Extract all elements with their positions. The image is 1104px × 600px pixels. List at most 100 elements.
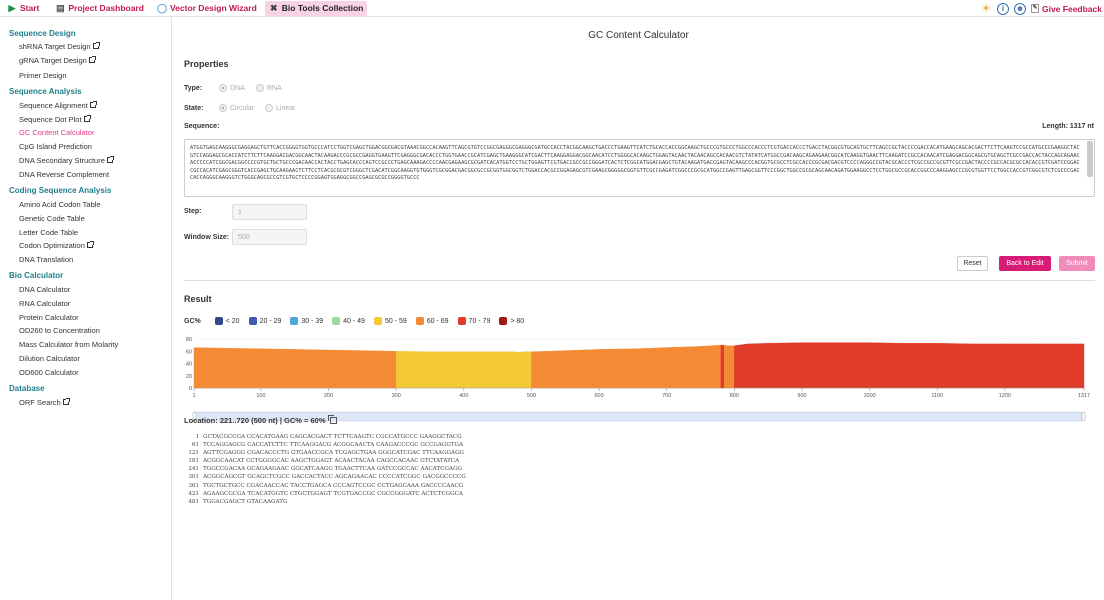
sidebar-item-dna-translation[interactable]: DNA Translation (19, 255, 73, 264)
sidebar-item-amino-acid-codon-table[interactable]: Amino Acid Codon Table (19, 200, 101, 209)
legend-title: GC% (184, 317, 201, 325)
sidebar-item-label: Sequence Alignment (19, 101, 88, 110)
sidebar-item-protein-calculator[interactable]: Protein Calculator (19, 313, 79, 322)
sidebar-item-sequence-alignment[interactable]: Sequence Alignment (19, 101, 97, 110)
sequence-label: Sequence: (184, 123, 220, 130)
sidebar-item-cpg-island-prediction[interactable]: CpG Island Prediction (19, 142, 92, 151)
sidebar-section-title: Sequence Analysis (9, 87, 82, 96)
x-tick-label: 900 (797, 393, 806, 399)
radio-state-linear[interactable]: Linear (265, 104, 295, 112)
gc-area-segment (724, 344, 728, 389)
tab-project-dashboard[interactable]: ▤ Project Dashboard (51, 1, 148, 16)
sidebar-item-rna-calculator[interactable]: RNA Calculator (19, 299, 70, 308)
sidebar-item-codon-optimization[interactable]: Codon Optimization (19, 241, 94, 250)
sequence-row-number: 181 (188, 458, 199, 465)
sequence-row-text: TGGCCGACAA GCAGAAGAAC GGCATCAAGG TGAACTT… (203, 466, 462, 473)
divider (184, 280, 1095, 281)
gc-area-segment (362, 350, 397, 389)
sidebar-item-label: Codon Optimization (19, 241, 85, 250)
x-tick-label: 400 (459, 393, 468, 399)
copy-icon[interactable] (327, 415, 337, 424)
tab-start[interactable]: ▶ Start (3, 1, 43, 16)
sequence-viewer: 1 GCTACGCCGA CCACATGAAG CAGCACGACT TCTTCA… (184, 433, 466, 506)
radio-dot (265, 104, 273, 112)
sidebar-item-label: Dilution Calculator (19, 354, 80, 363)
sequence-row-text: ACGGCAGCGT GCAGCTCGCC GACCACTACC AGCAGAA… (203, 474, 466, 481)
gc-area-segment (463, 351, 498, 389)
top-bar: ▶ Start ▤ Project Dashboard ◯ Vector Des… (0, 0, 1104, 17)
legend-item: 40 - 49 (332, 317, 365, 325)
sidebar-item-gc-content-calculator[interactable]: GC Content Calculator (19, 128, 94, 137)
sidebar-item-label: CpG Island Prediction (19, 142, 92, 151)
gc-area-segment (1004, 343, 1039, 389)
radio-type-dna[interactable]: DNA (219, 84, 245, 92)
sidebar-item-od600-calculator[interactable]: OD600 Calculator (19, 368, 79, 377)
sequence-textarea[interactable]: ATGGTGAGCAAGGGCGAGGAGCTGTTCACCGGGGTGGTGC… (184, 139, 1095, 197)
x-tick-label: 100 (256, 393, 265, 399)
sidebar-item-shrna-target-design[interactable]: shRNA Target Design (19, 42, 100, 51)
sidebar-item-dilution-calculator[interactable]: Dilution Calculator (19, 354, 80, 363)
step-input[interactable]: 1 (232, 204, 307, 220)
sequence-row: 241 TGGCCGACAA GCAGAAGAAC GGCATCAAGG TGAA… (184, 465, 466, 473)
legend-swatch (290, 317, 299, 325)
sequence-row-number: 61 (191, 442, 199, 449)
gc-area-segment (497, 351, 515, 389)
gc-area-segment (226, 347, 262, 389)
sequence-row-text: TGGACGAGCT GTACAAGATG (203, 498, 288, 505)
sequence-row: 121 AGTTCGAGGG CGACACCCTG GTGAACCGCA TCGA… (184, 449, 466, 457)
radio-type-rna[interactable]: RNA (256, 84, 282, 92)
sidebar-item-letter-code-table[interactable]: Letter Code Table (19, 228, 78, 237)
sequence-row-number: 481 (188, 498, 199, 505)
back-to-edit-button[interactable]: Back to Edit (999, 256, 1051, 271)
sidebar-item-dna-secondary-structure[interactable]: DNA Secondary Structure (19, 156, 114, 165)
sequence-row-text: AGAAGCGCGA TCACATGGTC CTGCTGGAGT TCGTGAC… (203, 490, 463, 497)
sidebar-item-label: Letter Code Table (19, 228, 79, 237)
submit-button[interactable]: Submit (1059, 256, 1095, 271)
location-readout: Location: 221..720 (500 nt) | GC% = 60% (184, 415, 337, 425)
sidebar-section-title: Bio Calculator (9, 271, 64, 280)
sidebar-item-grna-target-design[interactable]: gRNA Target Design (19, 56, 96, 65)
x-tick-label: 1000 (863, 393, 875, 399)
legend-item: 70 - 79 (457, 317, 490, 325)
user-icon[interactable]: ☻ (1013, 2, 1026, 15)
legend-swatch (415, 317, 424, 325)
sidebar-item-dna-calculator[interactable]: DNA Calculator (19, 285, 70, 294)
gc-area-segment (937, 343, 972, 389)
gc-content-chart[interactable]: 0204060801 100 200 300 400 500 600 700 800 900 100… (182, 333, 1094, 428)
feedback-label: Give Feedback (1041, 3, 1102, 14)
sidebar-item-label: OD260 to Concentration (19, 326, 100, 335)
sidebar-item-primer-design[interactable]: Primer Design (19, 71, 67, 80)
tab-bio-tools-collection[interactable]: ✖ Bio Tools Collection (264, 0, 368, 16)
sidebar-item-orf-search[interactable]: ORF Search (19, 398, 70, 407)
y-tick-label: 0 (189, 386, 192, 392)
sidebar-item-label: RNA Calculator (19, 299, 71, 308)
slider-handle-right[interactable] (1081, 411, 1086, 422)
radio-dot (219, 84, 227, 92)
sidebar-item-dna-reverse-complement[interactable]: DNA Reverse Complement (19, 170, 109, 179)
y-tick-label: 80 (186, 337, 192, 343)
step-label: Step: (184, 208, 202, 215)
gc-area-segment (565, 349, 600, 389)
sidebar-item-od260-to-concentration[interactable]: OD260 to Concentration (19, 326, 100, 335)
tab-vector-design-wizard[interactable]: ◯ Vector Design Wizard (153, 1, 261, 16)
sidebar-section-title: Sequence Design (9, 29, 76, 38)
location-text: Location: 221..720 (500 nt) | GC% = 60% (184, 416, 326, 425)
window-size-input[interactable]: 500 (232, 229, 307, 245)
feedback-icon: ✎ (1030, 4, 1039, 13)
give-feedback-link[interactable]: ✎ Give Feedback (1030, 3, 1102, 14)
x-tick-label: 1317 (1078, 393, 1090, 399)
radio-state-circular[interactable]: Circular (219, 104, 254, 112)
sequence-length: Length: 1317 nt (1042, 123, 1094, 130)
legend-swatch (457, 317, 466, 325)
textarea-scrollbar[interactable] (1087, 141, 1093, 177)
reset-button[interactable]: Reset (957, 256, 988, 271)
legend-swatch (373, 317, 382, 325)
external-link-icon (62, 398, 70, 405)
sidebar-item-sequence-dot-plot[interactable]: Sequence Dot Plot (19, 115, 91, 124)
info-icon[interactable]: i (996, 2, 1009, 15)
sidebar-item-genetic-code-table[interactable]: Genetic Code Table (19, 214, 85, 223)
sun-icon[interactable]: ☀ (980, 3, 992, 15)
sidebar-item-mass-calculator-from-molarity[interactable]: Mass Calculator from Molarity (19, 340, 118, 349)
external-link-icon (86, 241, 94, 248)
dashboard-icon: ▤ (56, 3, 65, 13)
